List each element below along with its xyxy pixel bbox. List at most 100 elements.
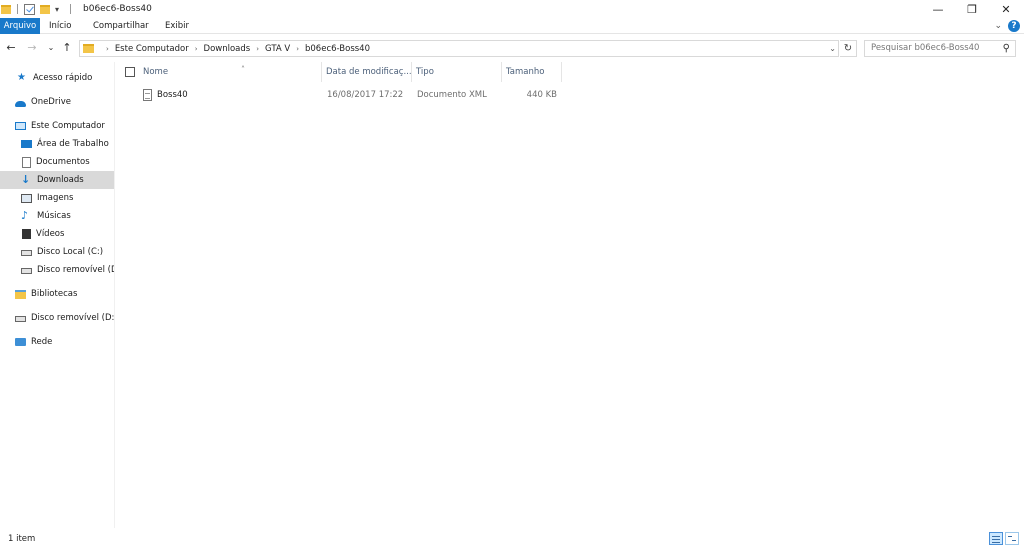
tab-compartilhar[interactable]: Compartilhar (89, 18, 153, 34)
computer-icon (15, 122, 26, 130)
music-icon: ♪ (21, 209, 29, 222)
breadcrumb-este-computador[interactable]: Este Computador (115, 44, 189, 54)
desktop-icon (21, 140, 32, 148)
back-arrow-icon[interactable]: ← (4, 40, 18, 56)
file-list: Nome ˄ Data de modificaç... Tipo Tamanho… (117, 62, 1024, 528)
sidebar-item-label: Documentos (36, 157, 90, 167)
close-button[interactable]: ✕ (989, 0, 1023, 18)
help-icon[interactable]: ? (1008, 20, 1020, 32)
expand-ribbon-icon[interactable]: ⌄ (994, 21, 1002, 31)
customize-toolbar-icon[interactable]: ▾ (55, 5, 59, 14)
sidebar-item-musicas[interactable]: ♪ Músicas (0, 207, 114, 225)
column-header-label: Tamanho (506, 67, 545, 77)
details-view-icon[interactable] (989, 532, 1003, 545)
breadcrumb-gta-v[interactable]: GTA V (265, 44, 290, 54)
sidebar-item-label: Bibliotecas (31, 289, 78, 299)
address-bar[interactable]: › Este Computador › Downloads › GTA V › … (79, 40, 839, 57)
chevron-right-icon[interactable]: › (106, 45, 109, 53)
sidebar-item-label: Disco Local (C:) (37, 247, 104, 257)
chevron-down-icon[interactable]: ⌄ (829, 41, 836, 56)
chevron-right-icon[interactable]: › (256, 45, 259, 53)
pictures-icon (21, 193, 32, 203)
properties-icon[interactable] (24, 3, 35, 15)
removable-drive-icon (21, 268, 32, 274)
column-header-label: Data de modificaç... (326, 67, 412, 77)
sidebar-item-label: Vídeos (36, 229, 65, 239)
sidebar-item-label: Área de Trabalho (37, 139, 109, 149)
sidebar-item-este-computador[interactable]: Este Computador (0, 117, 114, 135)
sidebar-item-disco-removivel-d[interactable]: Disco removível (D:) (0, 309, 114, 327)
sidebar-item-imagens[interactable]: Imagens (0, 189, 114, 207)
minimize-button[interactable]: — (921, 0, 955, 18)
column-header-label: Tipo (416, 67, 434, 77)
new-folder-icon[interactable] (40, 4, 50, 14)
breadcrumb-current-folder[interactable]: b06ec6-Boss40 (305, 44, 370, 54)
restore-button[interactable]: ❐ (955, 0, 989, 18)
column-header-name[interactable]: Nome ˄ (139, 62, 322, 82)
column-header-label: Nome (143, 67, 169, 77)
sidebar-item-label: Acesso rápido (33, 73, 93, 83)
sidebar-item-bibliotecas[interactable]: Bibliotecas (0, 285, 114, 303)
address-row: ← → ⌄ ↑ › Este Computador › Downloads › … (0, 38, 1024, 58)
sidebar-item-downloads[interactable]: ↓ Downloads (0, 171, 114, 189)
network-icon (15, 338, 26, 346)
folder-icon[interactable] (1, 4, 11, 14)
chevron-right-icon[interactable]: › (195, 45, 198, 53)
sidebar-item-rede[interactable]: Rede (0, 333, 114, 351)
video-icon (22, 229, 31, 239)
sidebar-item-disco-local-c[interactable]: Disco Local (C:) (0, 243, 114, 261)
window-title: b06ec6-Boss40 (83, 4, 152, 14)
sidebar-item-area-de-trabalho[interactable]: Área de Trabalho (0, 135, 114, 153)
libraries-icon (15, 289, 26, 299)
file-size: 440 KB (526, 90, 557, 100)
document-icon (22, 156, 31, 168)
column-header-modified[interactable]: Data de modificaç... (322, 62, 412, 82)
tab-exibir[interactable]: Exibir (161, 18, 193, 34)
sidebar-item-label: Músicas (37, 211, 71, 221)
forward-arrow-icon[interactable]: → (25, 40, 39, 56)
xml-file-icon (143, 89, 152, 101)
column-header-type[interactable]: Tipo (412, 62, 502, 82)
select-all-checkbox[interactable] (125, 67, 135, 77)
item-count: 1 item (8, 534, 36, 544)
up-arrow-icon[interactable]: ↑ (60, 40, 74, 56)
sidebar-item-videos[interactable]: Vídeos (0, 225, 114, 243)
refresh-icon[interactable]: ↻ (840, 40, 857, 57)
navigation-pane: ★ Acesso rápido OneDrive Este Computador… (0, 62, 115, 528)
sidebar-item-label: Rede (31, 337, 53, 347)
sidebar-item-label: Disco removível (D:) (31, 313, 114, 323)
star-icon: ★ (17, 72, 26, 83)
tab-arquivo[interactable]: Arquivo (0, 18, 40, 34)
removable-drive-icon (15, 316, 26, 322)
chevron-right-icon[interactable]: › (296, 45, 299, 53)
tab-inicio[interactable]: Início (45, 18, 76, 34)
sidebar-item-disco-removivel-d-sub[interactable]: Disco removível (D: (0, 261, 114, 279)
sidebar-item-label: Downloads (37, 175, 84, 185)
separator (70, 4, 72, 14)
sidebar-item-onedrive[interactable]: OneDrive (0, 93, 114, 111)
cloud-icon (15, 100, 26, 107)
download-icon: ↓ (21, 173, 31, 186)
breadcrumb-downloads[interactable]: Downloads (204, 44, 251, 54)
large-icons-view-icon[interactable] (1005, 532, 1019, 545)
sidebar-item-label: Este Computador (31, 121, 105, 131)
table-row[interactable]: Boss40 16/08/2017 17:22 Documento XML 44… (117, 86, 577, 104)
sidebar-item-label: Disco removível (D: (37, 265, 114, 275)
search-input[interactable]: Pesquisar b06ec6-Boss40 ⚲ (864, 40, 1016, 57)
file-type: Documento XML (417, 90, 487, 100)
file-name[interactable]: Boss40 (157, 86, 188, 104)
title-bar: ▾ b06ec6-Boss40 — ❐ ✕ (0, 0, 1024, 18)
recent-locations-icon[interactable]: ⌄ (44, 40, 58, 56)
column-header-size[interactable]: Tamanho (502, 62, 562, 82)
ribbon-tabs: Arquivo Início Compartilhar Exibir ⌄ ? (0, 18, 1024, 34)
sidebar-item-label: OneDrive (31, 97, 71, 107)
sort-ascending-icon: ˄ (241, 65, 245, 74)
search-placeholder: Pesquisar b06ec6-Boss40 (871, 43, 980, 53)
sidebar-item-documentos[interactable]: Documentos (0, 153, 114, 171)
folder-icon (83, 44, 94, 53)
drive-icon (21, 250, 32, 256)
status-bar: 1 item (0, 528, 1024, 549)
sidebar-item-acesso-rapido[interactable]: ★ Acesso rápido (0, 69, 114, 87)
search-icon[interactable]: ⚲ (1003, 41, 1010, 56)
separator (17, 4, 18, 14)
